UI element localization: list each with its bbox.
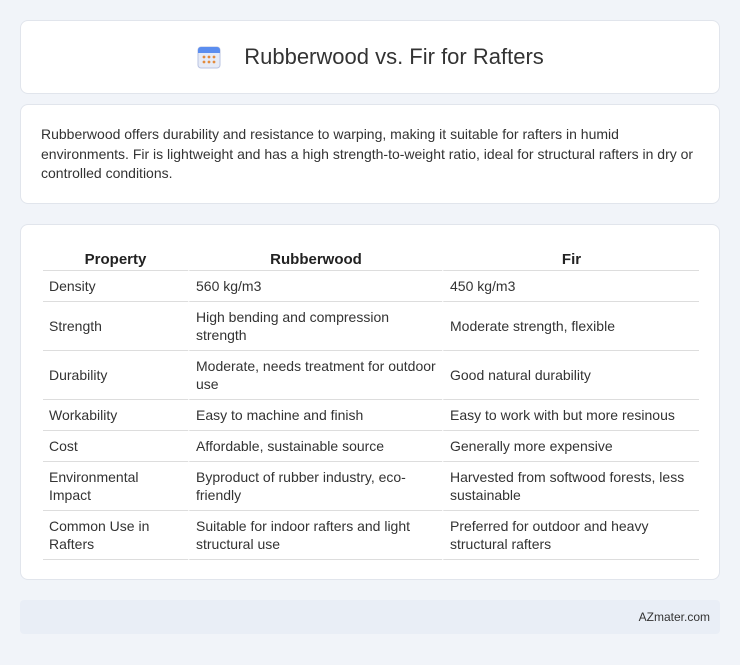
table-row: Density 560 kg/m3 450 kg/m3 xyxy=(43,271,699,302)
header-fir: Fir xyxy=(442,245,699,271)
cell-fir: Easy to work with but more resinous xyxy=(442,400,699,431)
header-rubberwood: Rubberwood xyxy=(188,245,442,271)
table-header-row: Property Rubberwood Fir xyxy=(43,245,699,271)
cell-property: Common Use in Rafters xyxy=(43,511,188,560)
cell-rubberwood: High bending and compression strength xyxy=(188,302,442,351)
comparison-card: Property Rubberwood Fir Density 560 kg/m3… xyxy=(20,224,720,580)
calendar-icon xyxy=(197,46,221,69)
cell-rubberwood: Affordable, sustainable source xyxy=(188,431,442,462)
table-row: Common Use in Rafters Suitable for indoor… xyxy=(43,511,699,560)
cell-property: Workability xyxy=(43,400,188,431)
cell-rubberwood: Suitable for indoor rafters and light st… xyxy=(188,511,442,560)
table-row: Environmental Impact Byproduct of rubber … xyxy=(43,462,699,511)
cell-property: Cost xyxy=(43,431,188,462)
intro-text: Rubberwood offers durability and resista… xyxy=(41,126,694,181)
cell-fir: Moderate strength, flexible xyxy=(442,302,699,351)
intro-card: Rubberwood offers durability and resista… xyxy=(20,104,720,204)
cell-fir: Generally more expensive xyxy=(442,431,699,462)
cell-property: Environmental Impact xyxy=(43,462,188,511)
cell-fir: 450 kg/m3 xyxy=(442,271,699,302)
cell-property: Durability xyxy=(43,351,188,400)
cell-rubberwood: Moderate, needs treatment for outdoor us… xyxy=(188,351,442,400)
table-row: Strength High bending and compression str… xyxy=(43,302,699,351)
footer: AZmater.com xyxy=(20,600,720,634)
title-card: Rubberwood vs. Fir for Rafters xyxy=(20,20,720,94)
cell-rubberwood: Easy to machine and finish xyxy=(188,400,442,431)
cell-rubberwood: 560 kg/m3 xyxy=(188,271,442,302)
table-row: Cost Affordable, sustainable source Genera… xyxy=(43,431,699,462)
cell-fir: Harvested from softwood forests, less su… xyxy=(442,462,699,511)
header-property: Property xyxy=(43,245,188,271)
table-row: Workability Easy to machine and finish Eas… xyxy=(43,400,699,431)
page-title: Rubberwood vs. Fir for Rafters xyxy=(244,44,544,69)
cell-rubberwood: Byproduct of rubber industry, eco-friend… xyxy=(188,462,442,511)
comparison-table: Property Rubberwood Fir Density 560 kg/m3… xyxy=(43,245,699,560)
cell-property: Strength xyxy=(43,302,188,351)
table-row: Durability Moderate, needs treatment for … xyxy=(43,351,699,400)
cell-fir: Preferred for outdoor and heavy structur… xyxy=(442,511,699,560)
footer-brand: AZmater.com xyxy=(638,610,710,624)
cell-property: Density xyxy=(43,271,188,302)
cell-fir: Good natural durability xyxy=(442,351,699,400)
